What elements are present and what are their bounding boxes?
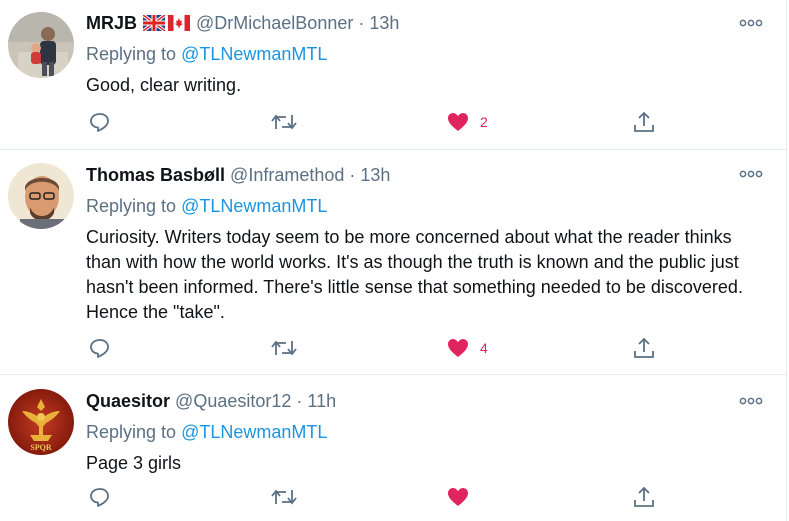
- like-button[interactable]: 2: [446, 108, 488, 136]
- tweet-timestamp[interactable]: 13h: [369, 13, 399, 33]
- replying-to: Replying to @TLNewmanMTL: [86, 43, 766, 65]
- separator: ·: [353, 13, 370, 33]
- share-icon: [634, 486, 654, 507]
- tweet-timestamp[interactable]: 13h: [360, 165, 390, 185]
- like-count: 4: [480, 340, 488, 356]
- share-button[interactable]: [632, 108, 656, 136]
- mention-link[interactable]: @TLNewmanMTL: [181, 44, 327, 64]
- replying-prefix: Replying to: [86, 44, 182, 64]
- replying-prefix: Replying to: [86, 196, 182, 216]
- tweet-text: Page 3 girls: [86, 453, 182, 473]
- reply-button[interactable]: [88, 334, 112, 362]
- retweet-icon: [271, 489, 297, 505]
- tweet-actions: [88, 483, 746, 511]
- separator: ·: [291, 391, 308, 411]
- reply-button[interactable]: [88, 483, 112, 511]
- tweet[interactable]: SPQR Quaesitor @Quaesitor12 · 11h Replyi…: [0, 375, 787, 521]
- heart-icon: [448, 113, 468, 131]
- emblem-text: SPQR: [30, 443, 52, 452]
- like-count: 2: [480, 114, 488, 130]
- more-icon[interactable]: [738, 15, 764, 31]
- author-name[interactable]: MRJB: [86, 13, 137, 33]
- share-icon: [634, 337, 654, 358]
- reply-icon: [90, 488, 109, 507]
- tweet[interactable]: MRJB @DrMichaelBonner · 13h Replying to …: [0, 0, 787, 150]
- flag-emojis: [143, 15, 191, 31]
- retweet-icon: [271, 114, 297, 130]
- more-icon[interactable]: [738, 166, 764, 182]
- share-button[interactable]: [632, 334, 656, 362]
- author-handle[interactable]: @Inframethod: [230, 165, 344, 185]
- like-button[interactable]: [446, 483, 480, 511]
- heart-icon: [448, 488, 468, 506]
- tweet-timestamp[interactable]: 11h: [307, 391, 336, 411]
- tweet-text: Good, clear writing.: [86, 75, 242, 95]
- tweet-actions: 4: [88, 334, 746, 362]
- tweet[interactable]: Thomas Basbøll @Inframethod · 13h Replyi…: [0, 150, 787, 375]
- mention-link[interactable]: @TLNewmanMTL: [181, 196, 327, 216]
- share-icon: [634, 111, 654, 132]
- uk-flag-icon: [143, 15, 166, 31]
- avatar[interactable]: SPQR: [8, 389, 74, 455]
- separator: ·: [344, 165, 361, 185]
- canada-flag-icon: [168, 15, 191, 31]
- retweet-button[interactable]: [270, 483, 298, 511]
- retweet-button[interactable]: [270, 108, 298, 136]
- retweet-icon: [271, 340, 297, 356]
- heart-icon: [448, 339, 468, 357]
- reply-icon: [90, 113, 109, 132]
- replying-to: Replying to @TLNewmanMTL: [86, 421, 766, 443]
- author-name[interactable]: Quaesitor: [86, 391, 170, 411]
- tweet-text: Curiosity. Writers today seem to be more…: [86, 227, 743, 322]
- like-button[interactable]: 4: [446, 334, 488, 362]
- author-handle[interactable]: @Quaesitor12: [175, 391, 291, 411]
- more-icon[interactable]: [738, 393, 764, 409]
- avatar[interactable]: [8, 12, 74, 78]
- replying-to: Replying to @TLNewmanMTL: [86, 195, 766, 217]
- reply-thread: MRJB @DrMichaelBonner · 13h Replying to …: [0, 0, 789, 521]
- mention-link[interactable]: @TLNewmanMTL: [181, 422, 327, 442]
- retweet-button[interactable]: [270, 334, 298, 362]
- author-name[interactable]: Thomas Basbøll: [86, 165, 225, 185]
- reply-icon: [90, 339, 109, 358]
- tweet-actions: 2: [88, 108, 746, 136]
- replying-prefix: Replying to: [86, 422, 182, 442]
- author-handle[interactable]: @DrMichaelBonner: [196, 13, 353, 33]
- reply-button[interactable]: [88, 108, 112, 136]
- share-button[interactable]: [632, 483, 656, 511]
- avatar[interactable]: [8, 163, 74, 229]
